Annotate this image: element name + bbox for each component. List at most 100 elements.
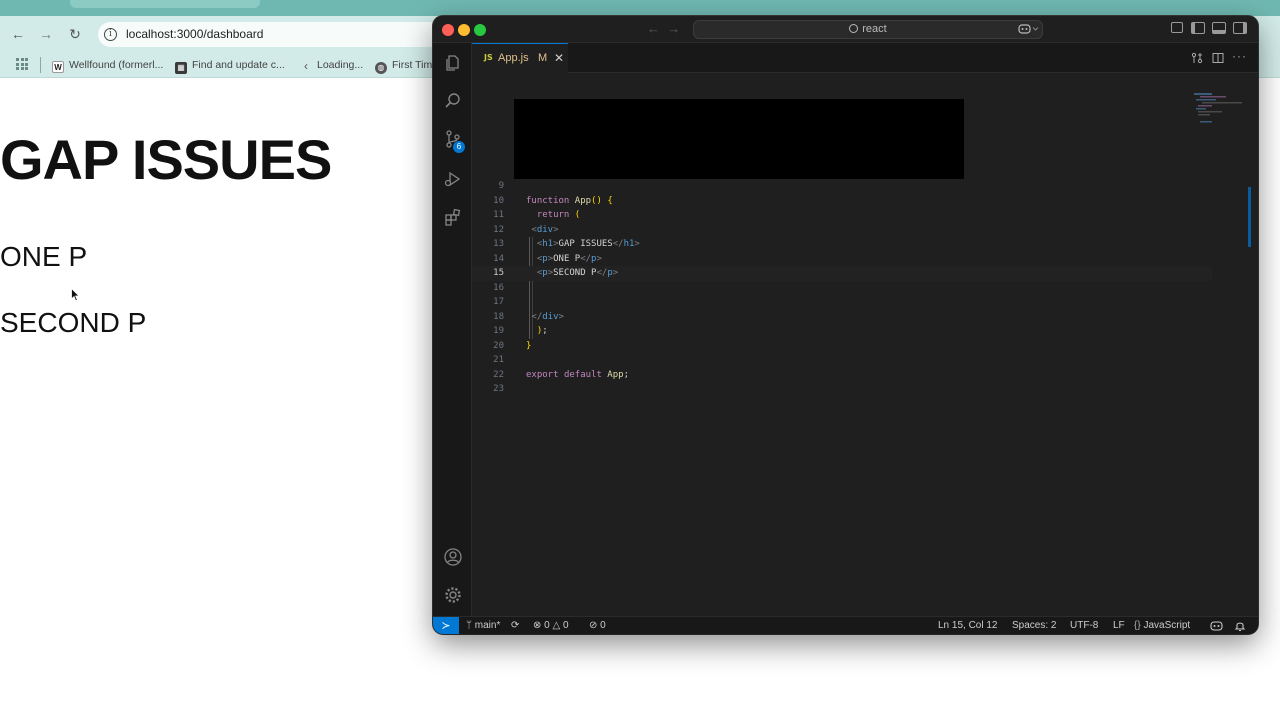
activity-bar: 6	[433, 43, 472, 616]
toggle-primary-sidebar-icon[interactable]	[1191, 22, 1205, 34]
vscode-titlebar: ← → react	[433, 16, 1258, 43]
run-debug-icon[interactable]	[443, 169, 463, 189]
toggle-secondary-sidebar-icon[interactable]	[1233, 22, 1247, 34]
gear-icon[interactable]	[443, 585, 463, 605]
editor-tab-bar: JS App.js M ✕ ···	[472, 43, 1258, 73]
line-number: 12	[493, 224, 504, 235]
code-text: <h1>GAP ISSUES</h1>	[536, 239, 640, 249]
search-icon[interactable]	[443, 91, 463, 111]
indentation-indicator[interactable]: Spaces: 2	[1012, 620, 1056, 632]
line-number: 22	[493, 369, 504, 380]
sync-icon[interactable]: ⟳	[511, 620, 519, 632]
line-number: 17	[493, 297, 504, 307]
code-line[interactable]: 9	[472, 179, 1212, 194]
line-number: 16	[493, 282, 504, 293]
open-changes-icon[interactable]	[1191, 52, 1203, 64]
bookmark-loading[interactable]: ‹ Loading...	[300, 57, 363, 73]
split-editor-icon[interactable]	[1212, 52, 1224, 64]
minimap[interactable]	[1192, 91, 1252, 131]
scrollbar[interactable]	[1248, 187, 1251, 247]
code-line[interactable]: 23	[472, 382, 1212, 397]
back-arrow-icon[interactable]: ←	[647, 21, 660, 36]
bookmark-label: Wellfound (formerl...	[69, 59, 164, 71]
cursor-position[interactable]: Ln 15, Col 12	[938, 620, 998, 632]
layout-controls-icon[interactable]	[1171, 22, 1183, 33]
bookmark-label: First Tim	[392, 59, 433, 71]
radio-tower-icon: ⊘	[589, 620, 598, 631]
apps-grid-icon[interactable]	[16, 58, 28, 70]
command-center-label: react	[862, 23, 887, 35]
bookmark-label: Find and update c...	[192, 59, 285, 71]
forward-arrow-icon[interactable]: →	[36, 24, 56, 44]
remote-indicator-icon[interactable]: ≻	[433, 617, 459, 634]
error-count: 0	[544, 620, 550, 631]
code-line[interactable]: 21	[472, 353, 1212, 368]
line-number: 13	[493, 239, 504, 249]
code-line[interactable]: 15 <p>SECOND P</p>	[472, 266, 1212, 281]
code-line[interactable]: 14 <p>ONE P</p>	[472, 252, 1212, 267]
language-label: JavaScript	[1143, 620, 1191, 631]
encoding-indicator[interactable]: UTF-8	[1070, 620, 1098, 632]
code-line[interactable]: 13 <h1>GAP ISSUES</h1>	[472, 237, 1212, 252]
toggle-panel-icon[interactable]	[1212, 22, 1226, 34]
site-info-icon[interactable]: i	[104, 28, 117, 41]
code-line[interactable]: 10 function App() {	[472, 194, 1212, 209]
bookmark-find-update[interactable]: ▦ Find and update c...	[175, 57, 285, 74]
line-number: 23	[493, 384, 504, 394]
browser-tab[interactable]	[70, 0, 260, 8]
problems-indicator[interactable]: ⊗ 0 △ 0	[533, 620, 569, 632]
address-bar[interactable]: i localhost:3000/dashboard	[98, 22, 458, 47]
command-center-search[interactable]: react	[693, 20, 1043, 39]
line-number: 14	[493, 253, 504, 264]
browser-tab-strip	[0, 0, 1280, 16]
zoom-window-button[interactable]	[474, 24, 486, 36]
code-editor[interactable]: 9 10 function App() {11 return (12 <div> 13…	[472, 179, 1258, 559]
code-line[interactable]: 17	[472, 295, 1212, 310]
code-line[interactable]: 22 export default App;	[472, 368, 1212, 383]
web-page-content: GAP ISSUES ONE P SECOND P	[0, 78, 440, 720]
calendar-favicon: ▦	[175, 62, 187, 74]
page-paragraph-two: SECOND P	[0, 307, 147, 338]
explorer-icon[interactable]	[443, 53, 463, 73]
bookmark-wellfound[interactable]: W Wellfound (formerl...	[52, 57, 163, 73]
line-number: 15	[493, 268, 504, 278]
reload-icon[interactable]: ↻	[65, 24, 85, 44]
code-line[interactable]: 16	[472, 281, 1212, 296]
code-line[interactable]: 18 </div>	[472, 310, 1212, 325]
tab-label: App.js	[498, 52, 529, 64]
vscode-window: ← → react 6 JS App.js M ✕ ··· 9 10 funct…	[433, 16, 1258, 634]
code-line[interactable]: 19 );	[472, 324, 1212, 339]
language-mode[interactable]: {} JavaScript	[1134, 620, 1190, 632]
close-window-button[interactable]	[442, 24, 454, 36]
bookmarks-separator	[40, 57, 41, 73]
branch-indicator[interactable]: ᛘ main*	[466, 620, 500, 632]
copilot-icon[interactable]	[1018, 23, 1040, 35]
minimize-window-button[interactable]	[458, 24, 470, 36]
line-number: 10	[493, 195, 504, 206]
status-bar: ≻ ᛘ main* ⟳ ⊗ 0 △ 0 ⊘ 0 Ln 15, Col 12 Sp…	[433, 616, 1258, 634]
javascript-file-icon: JS	[484, 53, 493, 62]
close-icon[interactable]: ✕	[554, 51, 564, 65]
forward-arrow-icon[interactable]: →	[667, 21, 680, 36]
code-text: }	[526, 340, 532, 351]
source-control-badge: 6	[453, 141, 465, 153]
code-line[interactable]: 12 <div>	[472, 223, 1212, 238]
bookmark-first-time[interactable]: ◍ First Tim	[375, 57, 433, 74]
accounts-icon[interactable]	[443, 547, 463, 567]
extensions-icon[interactable]	[443, 207, 463, 227]
page-paragraph-one: ONE P	[0, 241, 88, 272]
code-line[interactable]: 11 return (	[472, 208, 1212, 223]
ports-indicator[interactable]: ⊘ 0	[589, 620, 606, 632]
page-heading: GAP ISSUES	[0, 128, 332, 191]
more-actions-icon[interactable]: ···	[1232, 49, 1247, 63]
copilot-status-icon[interactable]	[1210, 620, 1223, 632]
tab-app-js[interactable]: JS App.js M ✕	[472, 43, 568, 73]
bell-icon[interactable]	[1234, 620, 1246, 632]
back-arrow-icon[interactable]: ←	[8, 24, 28, 44]
eol-indicator[interactable]: LF	[1113, 620, 1125, 632]
line-number: 11	[493, 210, 504, 220]
line-number: 20	[493, 340, 504, 351]
code-line[interactable]: 20}	[472, 339, 1212, 354]
redacted-region	[514, 99, 964, 179]
breadcrumbs	[472, 73, 1258, 91]
